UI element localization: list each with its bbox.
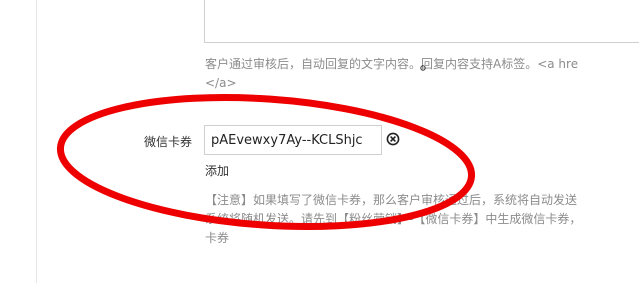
wechat-card-label: 微信卡券 — [143, 135, 192, 149]
card-help-line-2: 系统将随机发送。请先到【粉丝营销】-【微信卡券】中生成微信卡券， — [205, 212, 582, 226]
auto-reply-help-line-2: </a> — [205, 76, 237, 90]
card-help-line-3: 卡券 — [205, 231, 230, 245]
auto-reply-textarea[interactable] — [204, 0, 639, 43]
left-divider — [36, 0, 37, 283]
wechat-card-input[interactable] — [204, 125, 382, 155]
card-help-line-1: 【注意】如果填写了微信卡券，那么客户审核通过后，系统将自动发送 — [205, 193, 578, 207]
auto-reply-help-text: 客户通过审核后，自动回复的文字内容。回复内容支持A标签。<a hre </a> — [205, 55, 639, 93]
close-circle-icon[interactable] — [386, 132, 400, 146]
wechat-card-help-text: 【注意】如果填写了微信卡券，那么客户审核通过后，系统将自动发送 系统将随机发送。… — [205, 191, 639, 248]
mouse-cursor-icon — [420, 65, 426, 71]
add-card-link[interactable]: 添加 — [205, 162, 229, 179]
